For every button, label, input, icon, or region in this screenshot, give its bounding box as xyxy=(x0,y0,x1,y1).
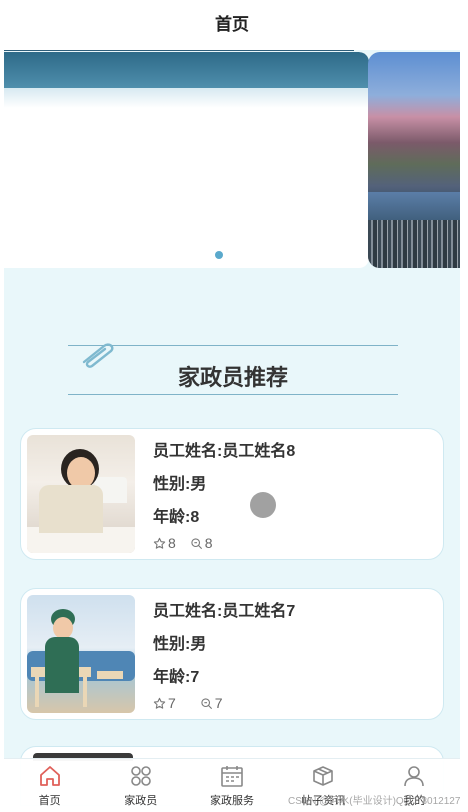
worker-stats: 7 7 xyxy=(153,695,237,711)
star-icon xyxy=(153,537,166,549)
worker-info: 员工姓名:员工姓名8 性别:男 年龄:8 xyxy=(153,439,295,538)
tab-label: 家政服务 xyxy=(210,795,254,807)
worker-name: 员工姓名:员工姓名7 xyxy=(153,603,296,620)
like-count: 7 xyxy=(168,695,176,711)
worker-card[interactable]: 员工姓名:员工姓名8 性别:男 年龄:8 8 8 xyxy=(20,428,444,560)
worker-stats: 8 8 xyxy=(153,535,227,551)
photo-person-body xyxy=(39,485,103,533)
section-header: 家政员推荐 xyxy=(68,342,398,398)
photo-table-leg xyxy=(35,677,39,707)
home-icon xyxy=(39,766,60,786)
calendar-icon xyxy=(221,766,243,787)
banner-carousel[interactable] xyxy=(4,52,460,270)
box-icon xyxy=(313,766,334,786)
worker-gender: 性别:男 xyxy=(153,636,207,653)
tab-workers[interactable]: 家政员 xyxy=(95,759,186,812)
header-divider xyxy=(4,50,354,51)
tab-services[interactable]: 家政服务 xyxy=(186,759,277,812)
banner-slide-current[interactable] xyxy=(4,52,369,268)
worker-age: 年龄:7 xyxy=(153,669,200,686)
banner-color-band xyxy=(4,52,369,88)
star-icon xyxy=(153,697,166,709)
banner-fade xyxy=(4,88,369,108)
page-title: 首页 xyxy=(215,15,249,34)
tab-label: 首页 xyxy=(38,795,61,807)
photo-table-leg xyxy=(83,677,87,707)
view-stat: 8 xyxy=(190,535,213,551)
worker-info: 员工姓名:员工姓名7 性别:男 年龄:7 xyxy=(153,599,295,698)
view-stat: 7 xyxy=(200,695,223,711)
banner-slide-next[interactable] xyxy=(368,52,460,268)
view-count: 8 xyxy=(204,535,213,551)
photo-person-body xyxy=(45,637,79,693)
worker-card[interactable]: 员工姓名:员工姓名7 性别:男 年龄:7 7 7 xyxy=(20,588,444,720)
photo-stool xyxy=(97,671,123,679)
view-search-icon xyxy=(191,537,202,549)
tab-label: 家政员 xyxy=(124,795,158,807)
banner-town-image xyxy=(368,220,460,268)
like-stat[interactable]: 7 xyxy=(153,695,176,711)
watermark-text: CSDN @阿水(毕业设计)QQ：3012127848 xyxy=(288,796,460,807)
section-line-bottom xyxy=(68,394,398,395)
grid-icon xyxy=(130,766,151,786)
worker-photo xyxy=(27,435,135,553)
top-navigation-bar: 首页 xyxy=(4,0,460,50)
banner-lake-image xyxy=(368,192,460,220)
like-stat[interactable]: 8 xyxy=(153,535,176,551)
view-count: 7 xyxy=(214,695,223,711)
user-icon xyxy=(404,766,425,787)
photo-person-face xyxy=(53,617,73,639)
tab-home[interactable]: 首页 xyxy=(4,759,95,812)
section-title: 家政员推荐 xyxy=(177,365,288,390)
worker-photo xyxy=(27,595,135,713)
like-count: 8 xyxy=(168,535,176,551)
app-screen: 首页 家政员推荐 员工姓名:员工姓名8 性别:男 年龄:8 8 8 员工姓名:员… xyxy=(4,0,460,812)
worker-name: 员工姓名:员工姓名8 xyxy=(153,443,296,460)
view-search-icon xyxy=(201,697,212,709)
carousel-indicator-dot[interactable] xyxy=(215,251,223,259)
touch-indicator xyxy=(250,492,276,518)
